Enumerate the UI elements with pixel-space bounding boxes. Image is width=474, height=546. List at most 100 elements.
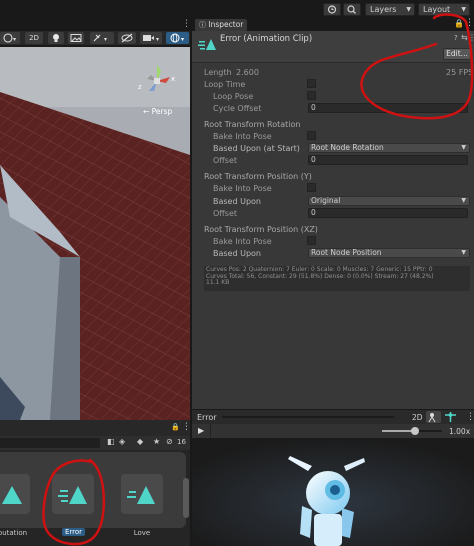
preview-render <box>192 438 474 546</box>
more-menu-icon[interactable]: ⋮ <box>182 19 191 29</box>
help-icon[interactable]: ? <box>454 34 458 42</box>
root-transform-position-y-section: Root Transform Position (Y) <box>204 172 312 181</box>
label-filter-icon[interactable]: ◆ <box>137 437 143 446</box>
preview-2d-toggle[interactable]: 2D <box>412 413 423 422</box>
chevron-down-icon: ▼ <box>461 197 466 204</box>
rtpxz-bake-into-pose-checkbox[interactable] <box>307 236 316 245</box>
asset-label-error[interactable]: Error <box>62 528 86 536</box>
rtpxz-based-upon-label: Based Upon <box>213 249 261 258</box>
globe-icon: ▾ <box>170 33 184 43</box>
history-icon <box>327 5 337 14</box>
play-icon[interactable]: ▶ <box>198 426 204 435</box>
loop-time-checkbox[interactable] <box>307 79 316 88</box>
rtr-based-upon-dropdown[interactable]: Root Node Rotation ▼ <box>308 143 470 153</box>
cycle-offset-label: Cycle Offset <box>213 104 262 113</box>
svg-text:▾: ▾ <box>181 36 184 43</box>
chevron-down-icon: ▼ <box>461 144 466 151</box>
more-menu-icon[interactable]: ⋮ <box>465 18 474 28</box>
search-field[interactable] <box>0 438 100 448</box>
asset-title: Error (Animation Clip) <box>220 34 313 44</box>
speed-value: 1.00x <box>449 427 471 436</box>
speed-slider-handle[interactable] <box>411 427 419 435</box>
loop-pose-label: Loop Pose <box>213 92 254 101</box>
root-transform-position-xz-section: Root Transform Position (XZ) <box>204 225 318 234</box>
shading-mode-button[interactable]: ▾ <box>0 32 20 44</box>
project-tab-strip: 🔒 ⋮ <box>0 420 191 436</box>
rtpy-based-upon-label: Based Upon <box>213 197 261 206</box>
animation-preview-viewport[interactable] <box>192 438 474 546</box>
layers-dropdown[interactable]: Layers ▼ <box>365 3 415 16</box>
lighting-toggle[interactable] <box>48 32 64 44</box>
svg-text:▾: ▾ <box>104 36 107 43</box>
effects-dropdown[interactable]: ▾ <box>90 32 114 44</box>
svg-text:▾: ▾ <box>13 36 16 43</box>
rtpxz-based-upon-dropdown[interactable]: Root Node Position ▼ <box>308 248 470 258</box>
preview-divider <box>210 424 211 438</box>
project-toolbar: ◧ ◈ ◆ ★ ⊘ 16 <box>0 436 190 450</box>
asset-tile-reputation[interactable] <box>0 474 30 514</box>
effects-icon: ▾ <box>93 34 107 43</box>
lightbulb-icon <box>53 34 59 42</box>
layout-dropdown[interactable]: Layout ▼ <box>418 3 470 16</box>
scene-viewport[interactable]: z x ← Persp <box>0 47 190 420</box>
avatar-dropdown[interactable] <box>426 411 441 423</box>
audio-toggle[interactable] <box>68 32 84 44</box>
gizmos-dropdown[interactable]: ▾ <box>166 32 189 44</box>
rtr-offset-label: Offset <box>213 156 238 165</box>
camera-dropdown[interactable]: ▾ <box>140 32 162 44</box>
more-menu-icon[interactable]: ⋮ <box>182 422 191 432</box>
loop-pose-checkbox[interactable] <box>307 91 316 100</box>
orientation-gizmo[interactable]: z x <box>135 57 185 107</box>
persp-label[interactable]: ← Persp <box>143 107 172 116</box>
star-icon[interactable]: ★ <box>153 437 160 446</box>
chevron-down-icon: ▼ <box>461 249 466 256</box>
asset-tile-error[interactable] <box>52 474 94 514</box>
svg-text:▾: ▾ <box>156 36 159 43</box>
length-value: 2.600 <box>236 68 259 77</box>
preset-icon[interactable]: ⇆ <box>461 33 468 42</box>
toggle-2d-button[interactable]: 2D <box>25 32 43 44</box>
rtpy-bake-into-pose-checkbox[interactable] <box>307 183 316 192</box>
scrollbar[interactable] <box>183 478 189 518</box>
animation-clip-icon <box>198 39 216 50</box>
search-button[interactable] <box>343 3 361 16</box>
preview-header-divider[interactable] <box>222 416 394 418</box>
rtr-based-upon-label: Based Upon (at Start) <box>213 144 300 153</box>
chevron-down-icon: ▼ <box>406 6 411 13</box>
rtr-based-upon-value: Root Node Rotation <box>311 143 384 152</box>
speed-slider[interactable] <box>382 427 442 435</box>
rtr-offset-field[interactable]: 0 <box>308 155 468 165</box>
pivot-toggle[interactable] <box>443 411 458 423</box>
hidden-objects-toggle[interactable] <box>118 32 136 44</box>
asset-tile-love[interactable] <box>121 474 163 514</box>
eye-slash-icon <box>121 33 133 43</box>
rtr-bake-into-pose-checkbox[interactable] <box>307 131 316 140</box>
lock-icon[interactable]: 🔒 <box>171 423 180 431</box>
rtpy-offset-field[interactable]: 0 <box>308 208 468 218</box>
chevron-down-icon: ▼ <box>461 6 466 13</box>
edit-button[interactable]: Edit... <box>443 48 471 60</box>
more-menu-icon[interactable]: ⋮ <box>468 33 474 42</box>
history-button[interactable] <box>323 3 341 16</box>
eye-slash-icon[interactable]: ⊘ <box>166 437 173 446</box>
more-menu-icon[interactable]: ⋮ <box>466 412 474 422</box>
inspector-tab-bar: ⓘ Inspector 🔒 ⋮ <box>192 18 474 31</box>
curves-info-line: Curves Total: 56, Constant: 29 (51.8%) D… <box>206 272 434 280</box>
gizmo-z-label: z <box>138 83 142 91</box>
pivot-icon <box>445 412 456 422</box>
asset-label-love: Love <box>133 529 151 537</box>
rtpy-offset-label: Offset <box>213 209 238 218</box>
curves-info-line: 11.1 KB <box>206 279 230 286</box>
gizmo-x-label: x <box>171 75 175 83</box>
type-filter-icon[interactable]: ◈ <box>119 437 125 446</box>
cycle-offset-field[interactable]: 0 <box>308 103 468 113</box>
tab-inspector[interactable]: ⓘ Inspector <box>195 19 247 31</box>
asset-label-reputation: Reputation <box>0 529 28 537</box>
curves-info-box: Curves Pos: 2 Quaternion: 7 Euler: 0 Sca… <box>204 266 470 291</box>
search-icon <box>347 5 356 14</box>
lock-icon[interactable]: 🔒 <box>454 19 464 28</box>
rtpy-based-upon-dropdown[interactable]: Original ▼ <box>308 196 470 206</box>
layers-label: Layers <box>370 5 397 14</box>
rtpxz-bake-into-pose-label: Bake Into Pose <box>213 237 272 246</box>
filter-icon[interactable]: ◧ <box>107 437 115 446</box>
